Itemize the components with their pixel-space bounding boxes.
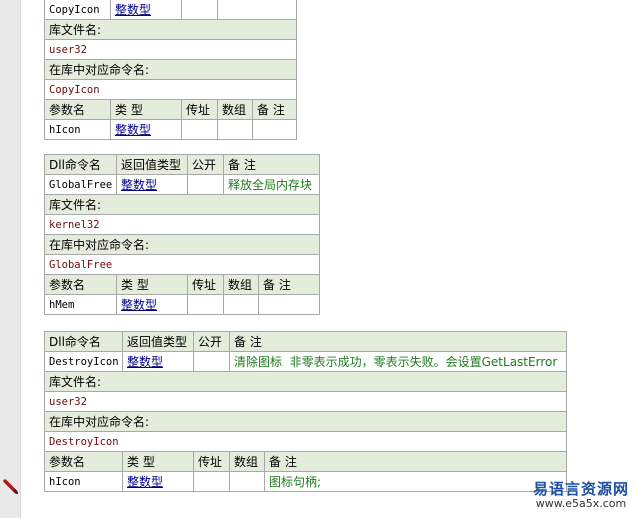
lib-cmd-value[interactable]: GlobalFree [43, 254, 321, 275]
param-header-row: 参数名 类 型 传址 数组 备 注 [44, 451, 568, 472]
dll-name-header: Dll命令名 [44, 154, 117, 175]
param-array-header: 数组 [229, 451, 265, 472]
lib-file-value[interactable]: user32 [43, 391, 568, 412]
lib-cmd-row: CopyIcon [44, 79, 297, 100]
remark-cell[interactable]: 清除图标 非零表示成功，零表示失败。会设置GetLastError [228, 351, 568, 372]
public-cell[interactable] [187, 174, 224, 195]
lib-cmd-label: 在库中对应命令名: [43, 234, 321, 255]
pencil-icon [3, 479, 19, 495]
param-name-cell[interactable]: hMem [44, 294, 117, 315]
lib-file-label: 库文件名: [44, 19, 297, 40]
dll-info-row: DestroyIcon 整数型 清除图标 非零表示成功，零表示失败。会设置Get… [44, 351, 568, 372]
param-row: hIcon 整数型 图标句柄; [44, 471, 568, 492]
return-type-cell[interactable]: 整数型 [110, 0, 182, 20]
param-type-header: 类 型 [122, 451, 194, 472]
return-type-cell[interactable]: 整数型 [122, 351, 194, 372]
public-cell[interactable] [181, 0, 218, 20]
lib-file-header-row: 库文件名: [43, 371, 568, 392]
lib-file-row: user32 [44, 39, 297, 60]
watermark-url: www.e5a5x.com [535, 496, 627, 510]
remark-cell[interactable] [217, 0, 297, 20]
lib-cmd-row: GlobalFree [43, 254, 321, 275]
lib-cmd-label: 在库中对应命令名: [44, 59, 297, 80]
lib-cmd-header-row: 在库中对应命令名: [43, 411, 568, 432]
param-row: hIcon 整数型 [44, 119, 297, 140]
param-type-cell[interactable]: 整数型 [110, 119, 182, 140]
lib-file-header-row: 库文件名: [44, 19, 297, 40]
param-row: hMem 整数型 [44, 294, 321, 315]
param-byref-header: 传址 [181, 99, 218, 120]
param-array-header: 数组 [223, 274, 259, 295]
param-name-cell[interactable]: hIcon [44, 471, 123, 492]
param-byref-header: 传址 [193, 451, 230, 472]
dll-declaration-globalfree: Dll命令名 返回值类型 公开 备 注 GlobalFree 整数型 释放全局内… [43, 154, 321, 315]
param-remark-header: 备 注 [257, 274, 321, 295]
param-remark-header: 备 注 [263, 451, 568, 472]
param-remark-header: 备 注 [252, 99, 297, 120]
lib-file-value[interactable]: kernel32 [43, 214, 321, 235]
param-remark-cell[interactable] [257, 294, 321, 315]
dll-name-cell[interactable]: GlobalFree [44, 174, 117, 195]
lib-file-row: user32 [43, 391, 568, 412]
param-array-cell[interactable] [217, 119, 253, 140]
dll-info-row: CopyIcon 整数型 [44, 0, 297, 20]
lib-file-label: 库文件名: [43, 194, 321, 215]
public-header: 公开 [187, 154, 224, 175]
param-array-cell[interactable] [229, 471, 265, 492]
return-type-header: 返回值类型 [116, 154, 188, 175]
watermark-title: 易语言资源网 [532, 480, 629, 498]
dll-header-row: Dll命令名 返回值类型 公开 备 注 [44, 331, 568, 352]
param-byref-cell[interactable] [187, 294, 224, 315]
lib-cmd-header-row: 在库中对应命令名: [44, 59, 297, 80]
lib-file-label: 库文件名: [43, 371, 568, 392]
public-cell[interactable] [193, 351, 230, 372]
param-name-header: 参数名 [44, 451, 123, 472]
remark-header: 备 注 [222, 154, 321, 175]
return-type-cell[interactable]: 整数型 [116, 174, 188, 195]
dll-header-row: Dll命令名 返回值类型 公开 备 注 [44, 154, 321, 175]
dll-info-row: GlobalFree 整数型 释放全局内存块 [44, 174, 321, 195]
param-header-row: 参数名 类 型 传址 数组 备 注 [44, 99, 297, 120]
param-remark-cell[interactable] [252, 119, 297, 140]
param-type-cell[interactable]: 整数型 [122, 471, 194, 492]
param-name-header: 参数名 [44, 99, 111, 120]
dll-declaration-copyicon: CopyIcon 整数型 库文件名: user32 在库中对应命令名: Copy… [44, 0, 297, 140]
param-type-cell[interactable]: 整数型 [116, 294, 188, 315]
dll-name-cell[interactable]: DestroyIcon [44, 351, 123, 372]
lib-cmd-row: DestroyIcon [43, 431, 568, 452]
param-type-header: 类 型 [116, 274, 188, 295]
dll-name-cell[interactable]: CopyIcon [44, 0, 111, 20]
param-name-cell[interactable]: hIcon [44, 119, 111, 140]
lib-cmd-value[interactable]: DestroyIcon [43, 431, 568, 452]
param-array-cell[interactable] [223, 294, 259, 315]
param-byref-header: 传址 [187, 274, 224, 295]
param-type-header: 类 型 [110, 99, 182, 120]
editor-gutter [0, 0, 21, 518]
return-type-header: 返回值类型 [122, 331, 194, 352]
dll-declaration-destroyicon: Dll命令名 返回值类型 公开 备 注 DestroyIcon 整数型 清除图标… [43, 331, 568, 492]
lib-cmd-value[interactable]: CopyIcon [44, 79, 297, 100]
lib-file-row: kernel32 [43, 214, 321, 235]
remark-cell[interactable]: 释放全局内存块 [222, 174, 321, 195]
public-header: 公开 [193, 331, 230, 352]
remark-header: 备 注 [228, 331, 568, 352]
lib-file-value[interactable]: user32 [44, 39, 297, 60]
dll-name-header: Dll命令名 [44, 331, 123, 352]
param-byref-cell[interactable] [193, 471, 230, 492]
param-array-header: 数组 [217, 99, 253, 120]
lib-file-header-row: 库文件名: [43, 194, 321, 215]
param-name-header: 参数名 [44, 274, 117, 295]
site-watermark: 易语言资源网 www.e5a5x.com [522, 480, 640, 510]
lib-cmd-header-row: 在库中对应命令名: [43, 234, 321, 255]
param-header-row: 参数名 类 型 传址 数组 备 注 [44, 274, 321, 295]
lib-cmd-label: 在库中对应命令名: [43, 411, 568, 432]
param-byref-cell[interactable] [181, 119, 218, 140]
